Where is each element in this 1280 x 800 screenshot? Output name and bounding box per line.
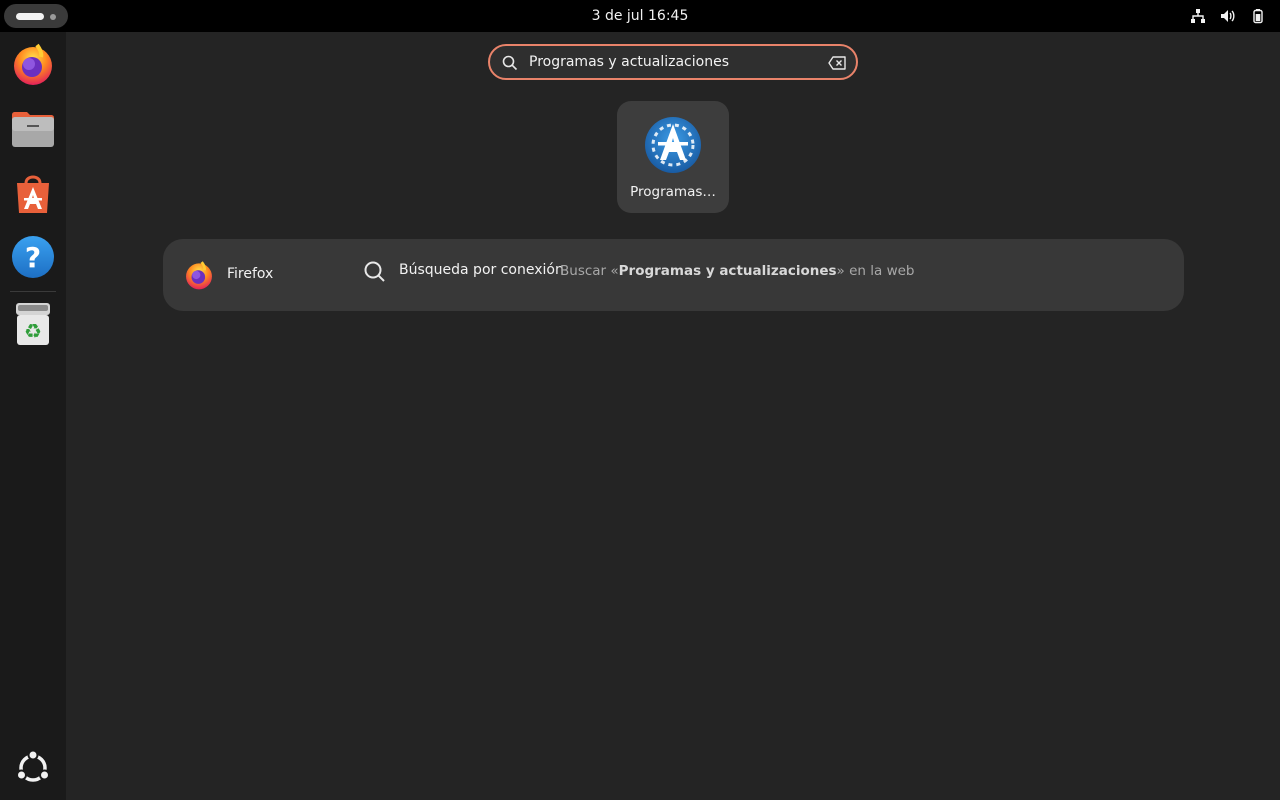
dock-separator [10,291,56,292]
system-tray[interactable] [1190,8,1266,24]
dock: ? ♻ [0,32,66,800]
volume-icon[interactable] [1220,8,1236,24]
desc-prefix: Buscar « [560,263,619,279]
workspace-indicator-inactive [50,14,56,20]
web-search-description: Buscar «Programas y actualizaciones» en … [560,263,914,279]
clear-icon[interactable] [828,56,846,70]
search-entry[interactable] [488,44,858,80]
dock-item-help[interactable]: ? [9,233,57,281]
web-search-title: Búsqueda por conexión [399,262,564,278]
help-icon: ? [12,236,54,278]
dock-item-app-center[interactable] [9,169,57,217]
search-icon [364,261,385,282]
search-provider-firefox: Firefox Búsqueda por conexión Buscar «Pr… [163,239,1184,311]
app-center-icon [17,175,49,213]
workspace-indicator-active [16,13,44,20]
clock-container: 3 de jul 16:45 [0,0,1280,32]
app-result-software-updates[interactable]: Programas… [617,101,729,213]
files-icon [12,112,54,147]
trash-icon: ♻ [16,303,50,345]
dock-item-firefox[interactable] [9,40,57,88]
svg-text:♻: ♻ [24,319,42,343]
clock[interactable]: 3 de jul 16:45 [592,8,689,24]
search-icon [502,55,518,71]
firefox-icon [14,43,52,85]
dock-item-files[interactable] [9,105,57,153]
desc-suffix: » en la web [836,263,915,279]
activities-button[interactable] [4,4,68,28]
search-input[interactable] [529,50,819,74]
firefox-icon [186,261,212,290]
network-icon[interactable] [1190,8,1206,24]
software-updates-icon [645,117,701,173]
provider-app-name[interactable]: Firefox [227,266,273,282]
top-bar: 3 de jul 16:45 [0,0,1280,32]
show-apps-button[interactable] [9,744,57,792]
ubuntu-logo-icon [16,750,50,782]
svg-text:?: ? [25,241,41,274]
battery-icon[interactable] [1250,8,1266,24]
dock-item-trash[interactable]: ♻ [9,300,57,348]
app-result-label: Programas… [630,184,716,200]
desc-query: Programas y actualizaciones [618,263,837,279]
